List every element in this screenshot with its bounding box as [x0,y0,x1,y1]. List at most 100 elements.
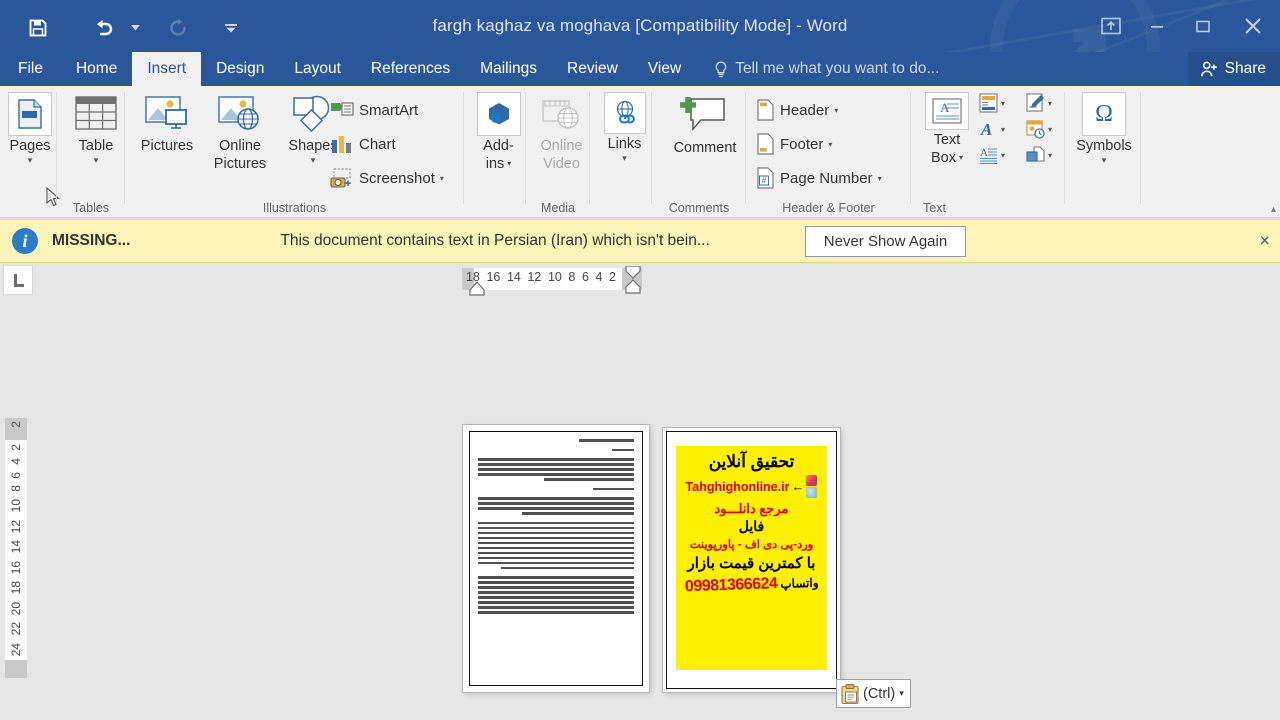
links-button[interactable]: Links ▾ [597,86,652,163]
never-show-again-button[interactable]: Never Show Again [804,225,967,257]
tab-selector[interactable] [3,265,33,295]
minimize-button[interactable] [1134,0,1180,52]
signature-line-button[interactable]: ▾ [1026,93,1052,113]
restore-button[interactable] [1180,0,1226,52]
ribbon-collapse-arrow-icon[interactable]: ▴ [1271,204,1276,215]
left-indent-marker[interactable] [468,282,486,296]
undo-dropdown-button[interactable] [124,8,146,48]
ribbon: Pages ▾ Table ▾ Tables Pictures Online P… [0,86,1280,218]
ribbon-group-header-footer: Header ▾ Footer ▾ # Page Number ▾ Header… [746,86,911,218]
symbols-button[interactable]: Ω Symbols ▾ [1067,86,1141,165]
smartart-label: SmartArt [359,101,419,119]
ribbon-group-tables: Table ▾ Tables [57,86,125,218]
pictures-button[interactable]: Pictures [133,86,201,172]
online-video-label-1: Online [540,138,583,154]
ribbon-tab-strip: File Home Insert Design Layout Reference… [0,52,1280,86]
page-number-button[interactable]: # Page Number ▾ [756,164,882,192]
tab-references[interactable]: References [356,52,465,86]
illustrations-group-label: Illustrations [262,201,327,215]
advertisement-image[interactable]: تحقیق آنلاین Tahghighonline.ir ← مرجع دا… [676,446,827,670]
addins-icon [476,92,521,136]
comment-icon [675,92,735,138]
online-pictures-button[interactable]: Online Pictures [201,86,279,172]
vruler-tick: 8 [9,485,23,493]
header-caret-icon: ▾ [834,105,839,115]
chart-button[interactable]: Chart [330,130,444,158]
links-caret-icon: ▾ [622,153,627,164]
addins-button[interactable]: Add- ins ▾ [471,86,526,172]
online-video-icon [540,92,584,136]
right-indent-marker[interactable] [624,266,642,294]
ad-social-icons [806,475,818,498]
footer-button[interactable]: Footer ▾ [756,130,882,158]
vruler-tick: 20 [9,601,23,616]
close-icon [1245,18,1261,34]
document-page-2[interactable]: تحقیق آنلاین Tahghighonline.ir ← مرجع دا… [663,428,840,692]
date-time-button[interactable]: ▾ [1026,119,1052,139]
paragraph [478,439,634,442]
paragraph [478,521,634,570]
instagram-icon [806,475,818,486]
shapes-caret-icon: ▾ [310,155,316,166]
ad-url: Tahghighonline.ir [685,479,790,494]
footer-page-icon [757,133,774,155]
ribbon-group-symbols: Ω Symbols ▾ [1065,86,1141,218]
ribbon-display-options-button[interactable] [1088,0,1134,52]
redo-icon [170,19,186,36]
undo-icon [97,20,113,36]
pages-button[interactable]: Pages ▾ [3,86,57,165]
vertical-ruler[interactable]: 2 2 4 6 8 10 12 14 16 18 20 22 24 [5,418,27,678]
tab-review[interactable]: Review [552,52,633,86]
online-video-label-2: Video [543,156,580,173]
tab-layout[interactable]: Layout [279,52,356,86]
smartart-button[interactable]: SmartArt [330,96,444,124]
customize-qat-button[interactable] [220,8,242,48]
tell-me-search[interactable]: Tell me what you want to do... [714,52,939,86]
drop-cap-button[interactable]: A ▾ [979,145,1005,165]
tab-view[interactable]: View [633,52,696,86]
paste-options-button[interactable]: (Ctrl) ▾ [836,679,911,708]
undo-button[interactable] [84,8,124,48]
wordart-button[interactable]: A ▾ [979,119,1005,139]
table-button[interactable]: Table ▾ [67,86,125,165]
tab-mailings[interactable]: Mailings [465,52,552,86]
redo-button[interactable] [158,8,198,48]
online-pictures-label-2: Pictures [213,156,267,173]
ruler-tick: 10 [547,270,562,284]
symbols-caret-icon: ▾ [1101,155,1107,166]
comment-button[interactable]: Comment [664,86,746,156]
online-video-button[interactable]: Online Video [533,86,590,172]
addins-label-1: Add- [483,138,514,154]
share-button[interactable]: Share [1187,52,1280,86]
vruler-margin-bottom [5,660,27,678]
notification-close-icon[interactable]: × [1253,229,1276,254]
text-box-label-2: Box [930,150,956,167]
text-box-button[interactable]: A Text Box ▾ [919,86,975,166]
tab-home[interactable]: Home [61,52,132,86]
screenshot-button[interactable]: Screenshot ▾ [330,164,444,192]
quick-parts-button[interactable]: ▾ [979,93,1005,113]
pages-caret-icon: ▾ [27,155,33,166]
table-icon [72,92,120,136]
page-number-label: Page Number [780,169,873,187]
text-group-label: Text [923,201,946,215]
tab-insert[interactable]: Insert [132,52,202,86]
paste-options-label: (Ctrl) [863,685,896,702]
svg-text:A: A [980,120,992,139]
share-person-icon [1200,61,1217,77]
header-page-icon [757,99,774,121]
horizontal-ruler[interactable]: 18 16 14 12 10 8 6 4 2 [462,268,642,290]
save-button[interactable] [18,8,58,48]
links-label: Links [607,136,642,152]
tab-file[interactable]: File [0,52,61,86]
quick-parts-icon [979,93,998,113]
object-button[interactable]: ▾ [1026,145,1052,165]
chevron-down-icon [225,23,237,33]
screenshot-caret-icon: ▾ [439,173,444,183]
chevron-down-icon: ▾ [1048,98,1053,108]
close-button[interactable] [1226,0,1280,52]
header-button[interactable]: Header ▾ [756,96,882,124]
ribbon-group-media: Online Video Media [526,86,590,218]
tab-design[interactable]: Design [201,52,279,86]
document-page-1[interactable] [463,425,649,692]
